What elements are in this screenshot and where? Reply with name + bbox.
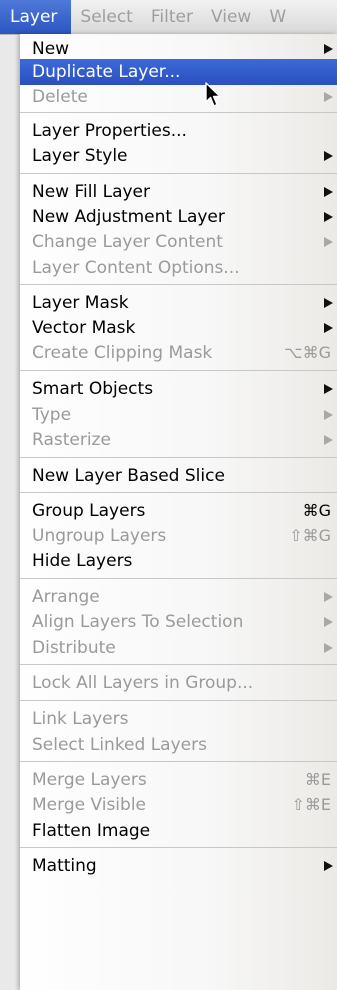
menu-separator <box>20 578 337 579</box>
menu-item-arrange[interactable]: Arrange <box>20 584 337 610</box>
submenu-arrow-icon <box>324 592 333 602</box>
menu-item-lock-all-layers-in-group[interactable]: Lock All Layers in Group... <box>20 670 337 696</box>
menu-separator <box>20 664 337 665</box>
menu-item-label: Hide Layers <box>32 551 133 571</box>
menu-item-matting[interactable]: Matting <box>20 853 337 879</box>
menu-item-layer-properties[interactable]: Layer Properties... <box>20 118 337 144</box>
submenu-arrow-icon <box>324 384 333 394</box>
menu-item-type[interactable]: Type <box>20 402 337 428</box>
menu-item-label: New Adjustment Layer <box>32 207 225 227</box>
menu-item-layer-style[interactable]: Layer Style <box>20 143 337 169</box>
menu-item-label: Merge Visible <box>32 795 147 815</box>
keyboard-shortcut: ⌘G <box>302 501 331 520</box>
menubar-window[interactable]: W <box>260 0 295 34</box>
menubar-layer[interactable]: Layer <box>0 0 72 34</box>
menu-separator <box>20 370 337 371</box>
menu-item-label: Change Layer Content <box>32 232 223 252</box>
submenu-arrow-icon <box>324 92 333 102</box>
menu-item-layer-content-options[interactable]: Layer Content Options... <box>20 255 337 281</box>
menu-item-label: Delete <box>32 87 88 107</box>
menu-item-label: New Layer Based Slice <box>32 466 225 486</box>
submenu-arrow-icon <box>324 617 333 627</box>
menu-separator <box>20 457 337 458</box>
menu-item-label: Lock All Layers in Group... <box>32 673 254 693</box>
menu-item-label: Matting <box>32 856 97 876</box>
menu-item-label: Merge Layers <box>32 770 147 790</box>
menu-item-label: Group Layers <box>32 501 146 521</box>
submenu-arrow-icon <box>324 151 333 161</box>
menubar-view[interactable]: View <box>202 0 260 34</box>
menu-bar: Layer Select Filter View W <box>0 0 337 35</box>
menu-item-hide-layers[interactable]: Hide Layers <box>20 548 337 574</box>
submenu-arrow-icon <box>324 212 333 222</box>
submenu-arrow-icon <box>324 435 333 445</box>
menu-item-label: Type <box>32 405 72 425</box>
submenu-arrow-icon <box>324 643 333 653</box>
submenu-arrow-icon <box>324 187 333 197</box>
menu-item-label: Layer Properties... <box>32 121 187 141</box>
menu-item-label: Distribute <box>32 638 116 658</box>
submenu-arrow-icon <box>324 237 333 247</box>
menu-item-rasterize[interactable]: Rasterize <box>20 427 337 453</box>
menu-item-label: Layer Mask <box>32 293 129 313</box>
menu-item-select-linked-layers[interactable]: Select Linked Layers <box>20 732 337 758</box>
menu-item-label: Vector Mask <box>32 318 136 338</box>
submenu-arrow-icon <box>324 410 333 420</box>
menu-item-new-adjustment-layer[interactable]: New Adjustment Layer <box>20 204 337 230</box>
submenu-arrow-icon <box>324 861 333 871</box>
menu-item-distribute[interactable]: Distribute <box>20 635 337 661</box>
layer-menu-dropdown: New Duplicate Layer... Delete Layer Propert… <box>20 34 337 990</box>
menu-separator <box>20 112 337 113</box>
menu-item-align-layers-to-selection[interactable]: Align Layers To Selection <box>20 609 337 635</box>
menu-item-link-layers[interactable]: Link Layers <box>20 706 337 732</box>
submenu-arrow-icon <box>324 44 333 54</box>
menu-item-label: Smart Objects <box>32 379 154 399</box>
menu-item-label: Select Linked Layers <box>32 735 207 755</box>
menu-item-label: Rasterize <box>32 430 111 450</box>
menu-item-smart-objects[interactable]: Smart Objects <box>20 376 337 402</box>
submenu-arrow-icon <box>324 323 333 333</box>
keyboard-shortcut: ⌘E <box>304 770 331 789</box>
menu-item-group-layers[interactable]: Group Layers ⌘G <box>20 498 337 524</box>
keyboard-shortcut: ⇧⌘G <box>289 526 331 545</box>
menu-separator <box>20 284 337 285</box>
menu-item-duplicate-layer[interactable]: Duplicate Layer... <box>20 59 337 85</box>
menu-item-new-fill-layer[interactable]: New Fill Layer <box>20 179 337 205</box>
menu-item-merge-visible[interactable]: Merge Visible ⇧⌘E <box>20 792 337 818</box>
menu-item-new-layer-based-slice[interactable]: New Layer Based Slice <box>20 463 337 489</box>
menu-item-ungroup-layers[interactable]: Ungroup Layers ⇧⌘G <box>20 523 337 549</box>
submenu-arrow-icon <box>324 298 333 308</box>
menu-item-flatten-image[interactable]: Flatten Image <box>20 818 337 844</box>
menu-separator <box>20 700 337 701</box>
menu-item-label: Ungroup Layers <box>32 526 167 546</box>
menu-separator <box>20 761 337 762</box>
menu-item-label: Create Clipping Mask <box>32 343 213 363</box>
menu-item-label: Flatten Image <box>32 821 151 841</box>
menubar-filter[interactable]: Filter <box>142 0 202 34</box>
mouse-pointer-icon <box>205 82 221 107</box>
menu-separator <box>20 173 337 174</box>
keyboard-shortcut: ⇧⌘E <box>291 795 331 814</box>
menu-item-vector-mask[interactable]: Vector Mask <box>20 315 337 341</box>
menu-item-layer-mask[interactable]: Layer Mask <box>20 290 337 316</box>
menu-item-merge-layers[interactable]: Merge Layers ⌘E <box>20 767 337 793</box>
menu-item-label: Arrange <box>32 587 100 607</box>
menu-item-delete[interactable]: Delete <box>20 84 337 110</box>
keyboard-shortcut: ⌥⌘G <box>284 343 331 362</box>
menu-separator <box>20 492 337 493</box>
menu-item-label: Align Layers To Selection <box>32 612 244 632</box>
menu-item-label: Duplicate Layer... <box>32 62 181 82</box>
menu-item-label: Link Layers <box>32 709 129 729</box>
menu-separator <box>20 847 337 848</box>
menu-item-label: Layer Style <box>32 146 128 166</box>
menubar-select[interactable]: Select <box>71 0 141 34</box>
menu-item-create-clipping-mask[interactable]: Create Clipping Mask ⌥⌘G <box>20 340 337 366</box>
menu-item-label: New Fill Layer <box>32 182 150 202</box>
menu-item-label: Layer Content Options... <box>32 258 240 278</box>
menu-item-change-layer-content[interactable]: Change Layer Content <box>20 229 337 255</box>
